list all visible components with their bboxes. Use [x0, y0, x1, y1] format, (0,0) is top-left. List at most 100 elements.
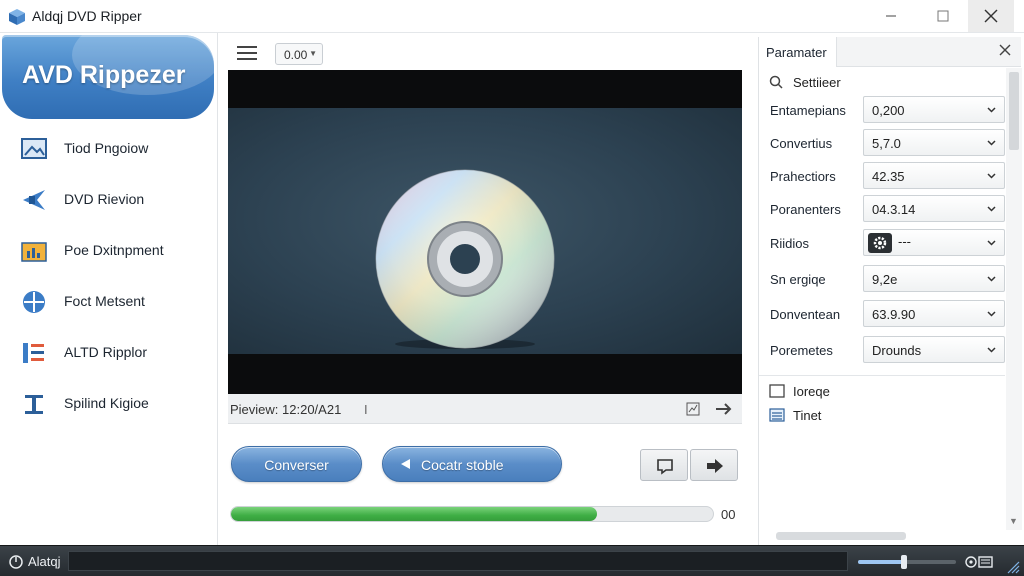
chevron-down-icon	[987, 173, 996, 179]
convert-label: Converser	[264, 457, 329, 473]
sidebar-item-label: ALTD Ripplor	[64, 344, 147, 360]
maximize-button[interactable]	[920, 0, 966, 32]
preview-cursor: I	[364, 402, 368, 417]
option-label: Ioreqe	[793, 384, 830, 399]
brand-banner: AVD Rippezer	[2, 35, 214, 119]
settings-search[interactable]: Settiieer	[769, 73, 969, 93]
chevron-down-icon	[987, 140, 996, 146]
param-label: Donventean	[770, 307, 841, 322]
window-button[interactable]	[640, 449, 688, 481]
param-value: 42.35	[872, 169, 905, 184]
param-value: 5,7.0	[872, 136, 901, 151]
param-select[interactable]: 0,200	[863, 96, 1005, 123]
close-icon	[999, 44, 1011, 56]
minimize-button[interactable]	[868, 0, 914, 32]
chevron-down-icon	[987, 347, 996, 353]
brand-title: AVD Rippezer	[22, 61, 186, 89]
back-arrow-icon	[401, 459, 410, 469]
power-icon[interactable]	[8, 554, 24, 570]
close-button[interactable]	[968, 0, 1014, 32]
zoom-value: 0.00	[284, 48, 308, 62]
arrow-right-icon[interactable]	[714, 401, 734, 417]
param-select[interactable]: 5,7.0	[863, 129, 1005, 156]
star-icon	[23, 190, 45, 210]
forward-icon	[707, 459, 723, 473]
settings-display-icon[interactable]	[964, 554, 994, 570]
chevron-down-icon	[987, 311, 996, 317]
hamburger-icon[interactable]	[237, 46, 257, 60]
param-label: Poremetes	[770, 343, 833, 358]
status-label: Alatqj	[28, 554, 61, 569]
panel-hscrollbar[interactable]	[776, 532, 906, 540]
close-icon	[984, 9, 998, 23]
tab-parameter[interactable]: Paramater	[759, 37, 837, 67]
checkbox-icon	[769, 384, 785, 398]
video-player[interactable]	[228, 70, 742, 394]
sidebar-item-2[interactable]: DVD Rievion	[0, 177, 216, 221]
sidebar-item-3[interactable]: Poe Dxitnpment	[0, 228, 216, 272]
param-row: Prahectiors 42.35	[759, 162, 1005, 190]
param-select[interactable]: 42.35	[863, 162, 1005, 189]
gear-icon	[873, 236, 887, 250]
crosshair-icon	[23, 291, 45, 313]
param-row: Sn ergiqe 9,2e	[759, 265, 1005, 293]
param-value: 0,200	[872, 103, 905, 118]
chevron-down-icon	[987, 206, 996, 212]
zoom-select[interactable]: 0.00 ▼	[275, 43, 323, 65]
stop-button[interactable]: Cocatr stoble	[382, 446, 562, 482]
param-label: Prahectiors	[770, 169, 836, 184]
resize-grip-icon[interactable]	[1006, 560, 1020, 574]
param-row: Poremetes Drounds	[759, 336, 1005, 364]
param-row: Riidios ---	[759, 229, 1005, 257]
panel-scrollbar[interactable]: ▼	[1006, 68, 1022, 530]
param-select[interactable]: Drounds	[863, 336, 1005, 363]
progress-value: 00	[721, 507, 736, 522]
forward-button[interactable]	[690, 449, 738, 481]
volume-fill	[858, 560, 905, 564]
scroll-down-icon[interactable]: ▼	[1009, 516, 1018, 526]
sidebar-item-label: Tiod Pngoiow	[64, 140, 149, 156]
param-select[interactable]: 9,2e	[863, 265, 1005, 292]
title-bar: Aldqj DVD Ripper	[0, 0, 1024, 33]
param-label: Sn ergiqe	[770, 272, 826, 287]
param-row: Entamepians 0,200	[759, 96, 1005, 124]
app-cube-icon	[9, 9, 25, 25]
scrollbar-thumb[interactable]	[1009, 72, 1019, 150]
panel-header: Paramater	[759, 37, 1021, 67]
param-row: Poranenters 04.3.14	[759, 195, 1005, 223]
sidebar-item-4[interactable]: Foct Metsent	[0, 279, 216, 323]
chevron-down-icon	[987, 276, 996, 282]
progress-bar	[230, 506, 714, 522]
sidebar-item-label: Foct Metsent	[64, 293, 145, 309]
param-select[interactable]: ---	[863, 229, 1005, 256]
param-select[interactable]: 04.3.14	[863, 195, 1005, 222]
option-row[interactable]: Tinet	[769, 406, 969, 426]
gear-chip	[868, 233, 892, 253]
sidebar-item-5[interactable]: ALTD Ripplor	[0, 330, 216, 374]
param-select[interactable]: 63.9.90	[863, 300, 1005, 327]
status-field	[68, 551, 848, 571]
chevron-down-icon	[987, 240, 996, 246]
chevron-down-icon: ▼	[309, 49, 317, 58]
sidebar-item-6[interactable]: Spilind Kigioe	[0, 381, 216, 425]
param-row: Donventean 63.9.90	[759, 300, 1005, 328]
chart-icon[interactable]	[686, 402, 700, 416]
param-value: 9,2e	[872, 272, 898, 287]
sidebar-item-label: Poe Dxitnpment	[64, 242, 164, 258]
minimize-icon	[886, 15, 896, 17]
parameter-panel: Paramater Settiieer Entamepians 0,200 Co…	[758, 37, 1021, 545]
window-title: Aldqj DVD Ripper	[32, 8, 142, 24]
sidebar: AVD Rippezer Tiod Pngoiow DVD Rievion Po…	[0, 33, 218, 545]
status-bar: Alatqj	[0, 545, 1024, 576]
convert-button[interactable]: Converser	[231, 446, 362, 482]
param-label: Convertius	[770, 136, 833, 151]
panel-close-button[interactable]	[999, 43, 1011, 61]
sidebar-item-1[interactable]: Tiod Pngoiow	[0, 126, 216, 170]
volume-slider[interactable]	[858, 555, 956, 569]
volume-knob[interactable]	[901, 555, 908, 569]
option-row[interactable]: Ioreqe	[769, 382, 969, 402]
chevron-down-icon	[987, 107, 996, 113]
sidebar-item-label: DVD Rievion	[64, 191, 145, 207]
video-frame	[228, 108, 742, 354]
maximize-icon	[937, 10, 949, 22]
